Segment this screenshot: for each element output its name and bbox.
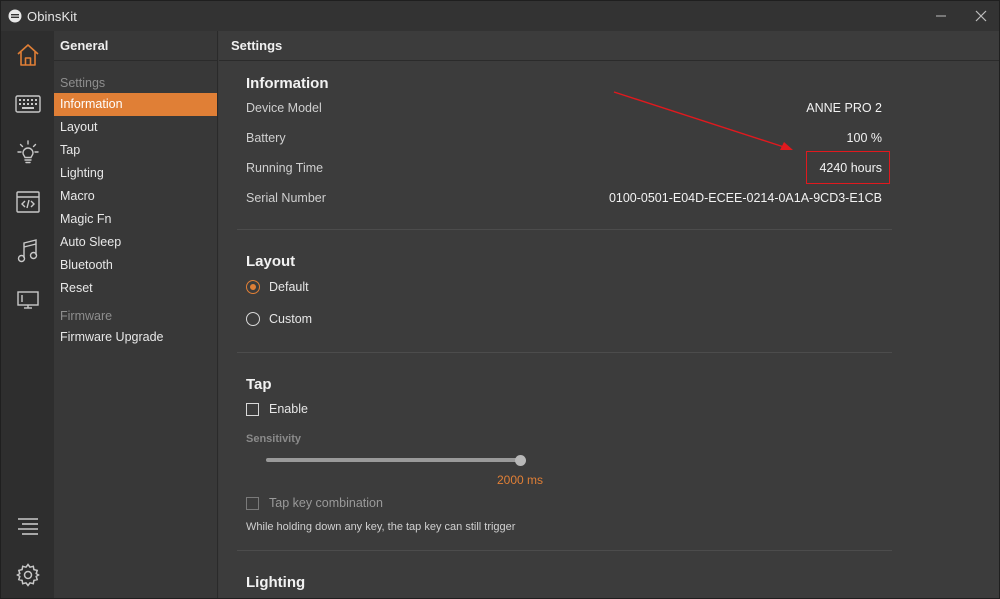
layout-default-option[interactable]: Default [246,280,309,294]
tap-combo-label: Tap key combination [269,496,383,510]
battery-value: 100 % [846,131,882,145]
layout-default-label: Default [269,280,309,294]
close-icon [975,10,987,22]
serial-number-value: 0100-0501-E04D-ECEE-0214-0A1A-9CD3-E1CB [608,191,882,205]
sidebar-item-macro[interactable]: Macro [54,185,217,208]
sidebar-item-reset[interactable]: Reset [54,277,217,300]
sidebar-title: General [54,31,217,61]
rail-keyboard-button[interactable] [1,84,54,124]
minimize-icon [936,15,946,17]
rail-lighting-button[interactable] [1,133,54,173]
nav-group-settings: Settings [60,76,106,90]
radio-custom[interactable] [246,312,260,326]
main-panel: Settings Information Device Model ANNE P… [219,31,999,598]
radio-default[interactable] [246,280,260,294]
annotation-arrow-icon [613,91,793,150]
sidebar-item-auto-sleep[interactable]: Auto Sleep [54,231,217,254]
divider [237,352,892,353]
app-window: ObinsKit General Settings Information La… [0,0,1000,599]
sidebar-item-bluetooth[interactable]: Bluetooth [54,254,217,277]
monitor-icon [16,291,39,309]
divider [237,229,892,230]
sensitivity-label: Sensitivity [246,433,302,445]
tap-enable-option[interactable]: Enable [246,402,308,416]
page-title: Settings [219,31,999,61]
music-icon [17,239,37,263]
sensitivity-slider[interactable] [266,458,520,462]
sidebar-item-lighting[interactable]: Lighting [54,162,217,185]
device-model-value: ANNE PRO 2 [806,101,882,115]
code-icon [15,191,40,213]
rail-music-button[interactable] [1,231,54,271]
tap-combo-hint: While holding down any key, the tap key … [246,521,516,533]
annotation-highlight-box [806,151,890,184]
title-bar[interactable]: ObinsKit [1,1,999,31]
rail-settings-button[interactable] [1,555,54,595]
settings-sidebar: General Settings Information Layout Tap … [54,31,218,598]
window-title: ObinsKit [27,8,77,24]
sidebar-item-firmware-upgrade[interactable]: Firmware Upgrade [54,326,217,349]
gear-icon [15,563,40,587]
tap-combo-option[interactable]: Tap key combination [246,496,383,510]
tap-enable-label: Enable [269,402,308,416]
tap-combo-checkbox[interactable] [246,496,259,510]
list-icon [17,518,38,535]
rail-display-button[interactable] [1,280,54,320]
close-button[interactable] [961,1,999,31]
section-title-lighting: Lighting [246,574,306,591]
home-icon [16,44,39,66]
nav-group-firmware: Firmware [60,309,113,323]
sensitivity-slider-thumb[interactable] [514,454,526,466]
layout-custom-option[interactable]: Custom [246,312,312,326]
battery-label: Battery [246,131,286,145]
section-title-tap: Tap [246,376,272,393]
sidebar-item-layout[interactable]: Layout [54,116,217,139]
serial-number-label: Serial Number [246,191,326,205]
sidebar-item-information[interactable]: Information [54,93,217,116]
sidebar-item-magic-fn[interactable]: Magic Fn [54,208,217,231]
section-title-layout: Layout [246,253,296,270]
tap-enable-checkbox[interactable] [246,402,259,416]
keyboard-icon [14,95,41,113]
rail-macro-button[interactable] [1,182,54,222]
minimize-button[interactable] [921,1,961,31]
rail-log-button[interactable] [1,506,54,546]
running-time-label: Running Time [246,161,324,175]
app-logo-icon [8,9,22,23]
icon-rail [1,31,54,598]
sidebar-item-tap[interactable]: Tap [54,139,217,162]
rail-home-button[interactable] [1,35,54,75]
divider [237,550,892,551]
layout-custom-label: Custom [269,312,313,326]
section-title-information: Information [246,75,329,92]
device-model-label: Device Model [246,101,322,115]
sensitivity-value: 2000 ms [497,473,544,487]
bulb-icon [16,140,39,164]
